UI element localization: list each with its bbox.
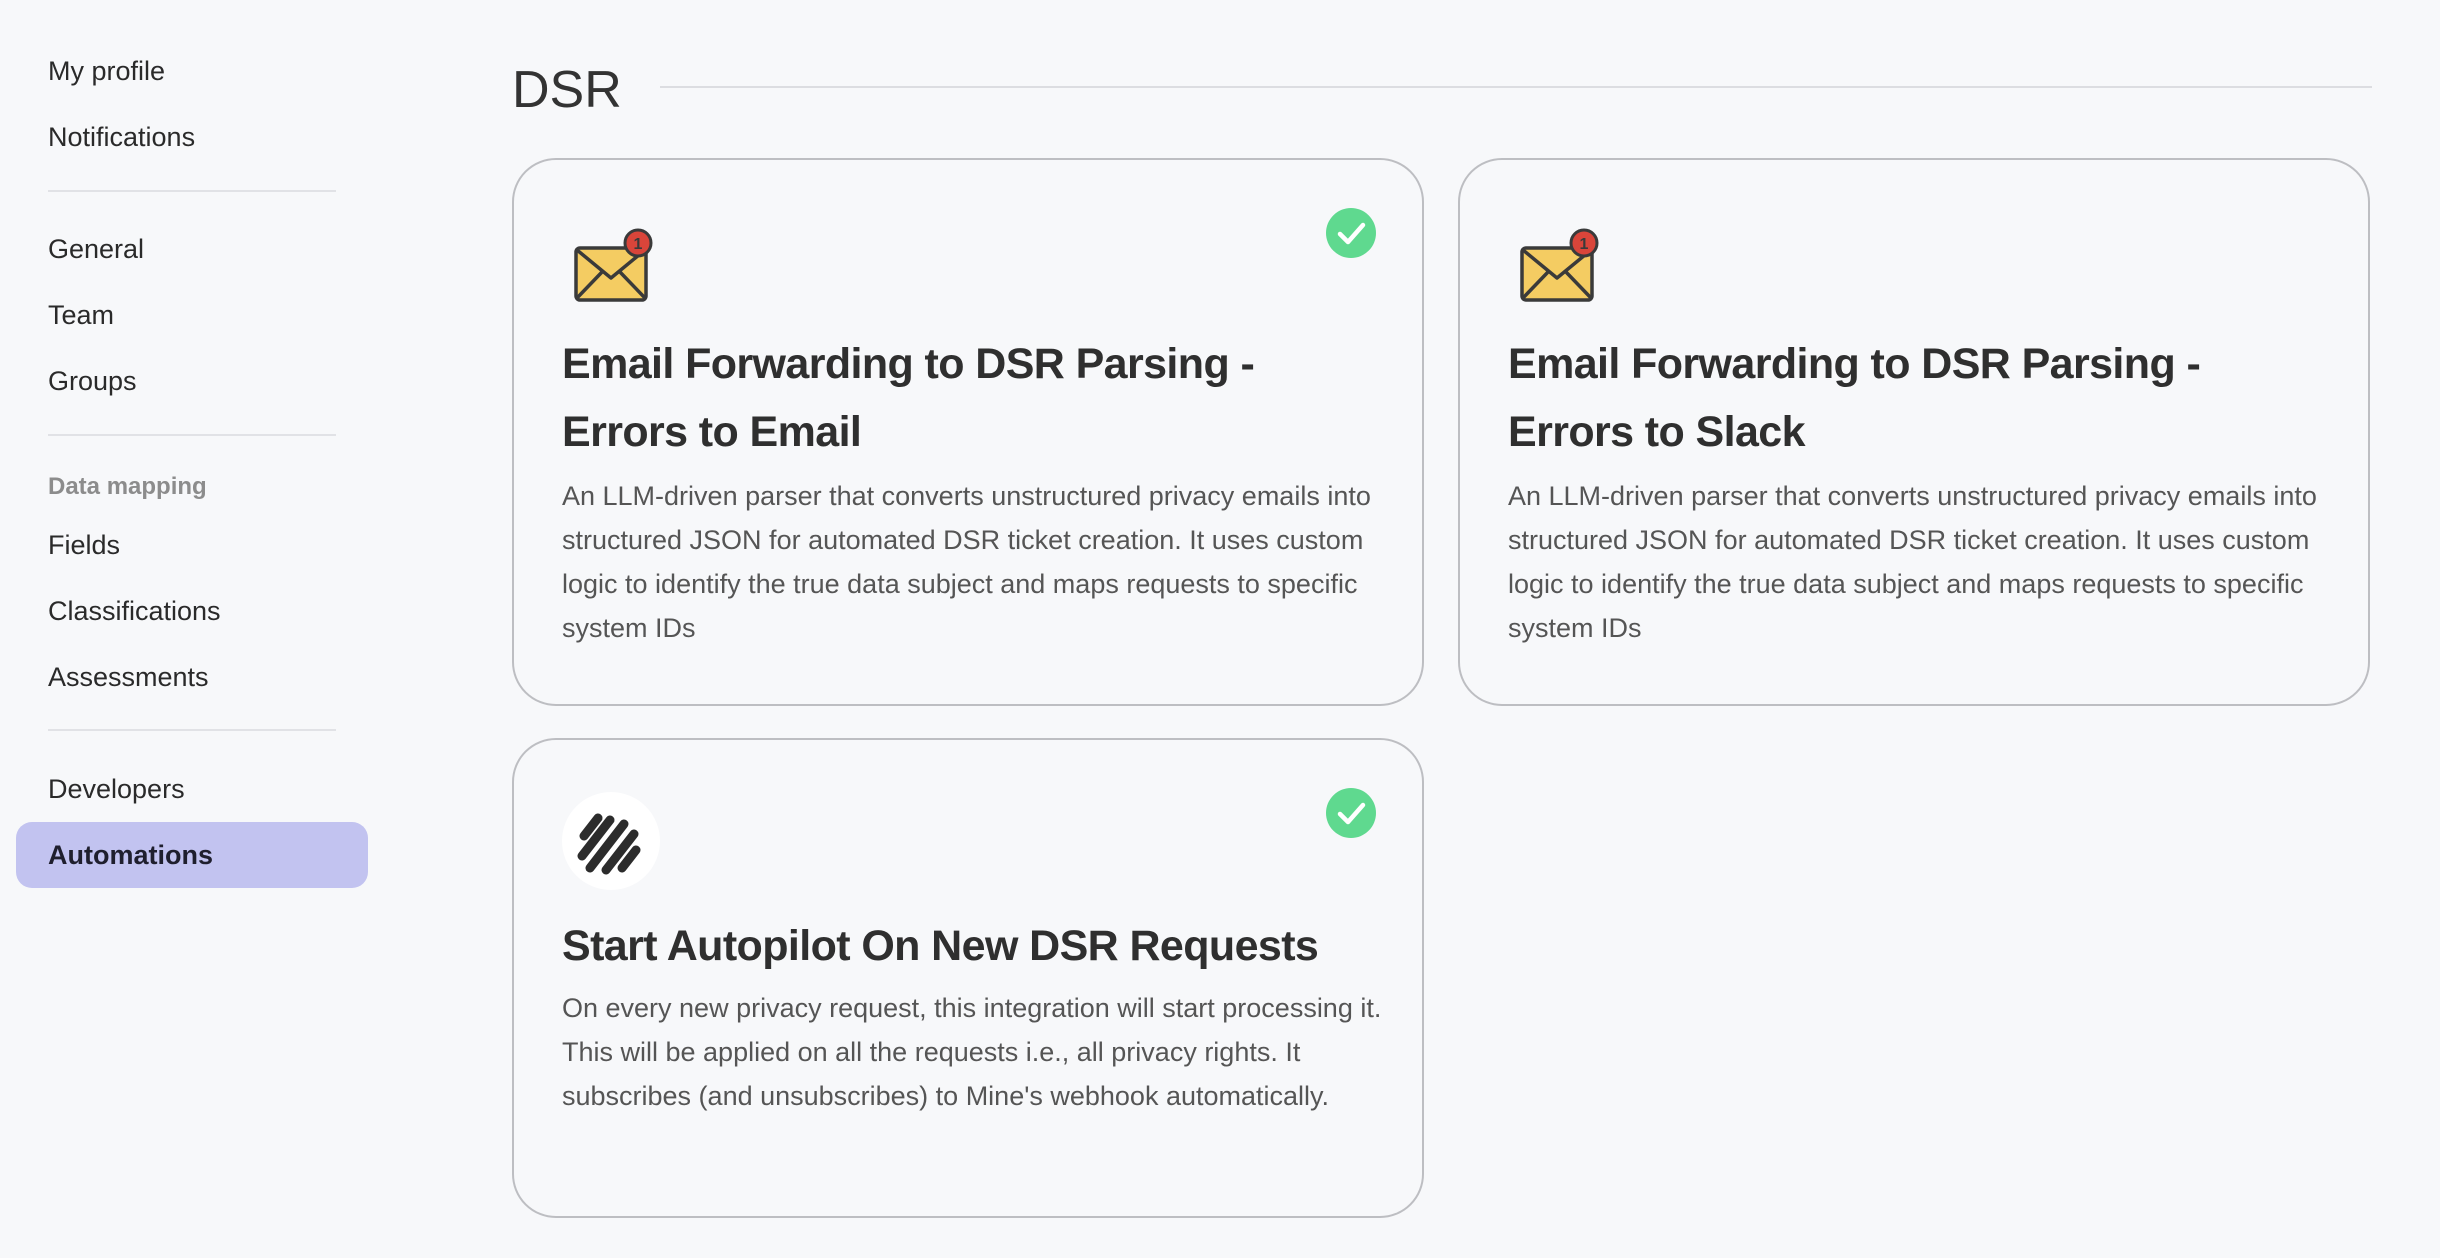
settings-page: My profile Notifications General Team Gr… xyxy=(0,0,2440,1258)
title-divider xyxy=(660,86,2372,88)
svg-text:1: 1 xyxy=(634,236,643,253)
card-description: An LLM-driven parser that converts unstr… xyxy=(1508,481,2317,643)
enabled-check-icon xyxy=(1326,208,1376,258)
sidebar-divider xyxy=(48,190,336,192)
sidebar-item-general[interactable]: General xyxy=(16,216,368,282)
sidebar-item-assessments[interactable]: Assessments xyxy=(16,644,368,710)
sidebar-item-fields[interactable]: Fields xyxy=(16,512,368,578)
automation-card-email-forwarding-errors-to-email[interactable]: 1 Email Forwarding to DSR Parsing - Erro… xyxy=(512,158,1424,706)
card-title: Email Forwarding to DSR Parsing - Errors… xyxy=(1508,340,2201,456)
sidebar-item-team[interactable]: Team xyxy=(16,282,368,348)
autopilot-logo-icon xyxy=(562,792,660,890)
sidebar-section-data-mapping: Data mapping xyxy=(48,473,207,500)
card-description: On every new privacy request, this integ… xyxy=(562,993,1382,1111)
sidebar-item-notifications[interactable]: Notifications xyxy=(16,104,368,170)
envelope-notification-icon: 1 xyxy=(570,228,654,312)
automation-card-email-forwarding-errors-to-slack[interactable]: 1 Email Forwarding to DSR Parsing - Erro… xyxy=(1458,158,2370,706)
sidebar-item-classifications[interactable]: Classifications xyxy=(16,578,368,644)
sidebar-item-developers[interactable]: Developers xyxy=(16,756,368,822)
card-description: An LLM-driven parser that converts unstr… xyxy=(562,481,1371,643)
automation-card-start-autopilot[interactable]: Start Autopilot On New DSR Requests On e… xyxy=(512,738,1424,1218)
enabled-check-icon xyxy=(1326,788,1376,838)
sidebar-divider xyxy=(48,729,336,731)
card-title: Start Autopilot On New DSR Requests xyxy=(562,922,1319,970)
sidebar-item-automations[interactable]: Automations xyxy=(16,822,368,888)
envelope-notification-icon: 1 xyxy=(1516,228,1600,312)
sidebar-divider xyxy=(48,434,336,436)
sidebar-item-groups[interactable]: Groups xyxy=(16,348,368,414)
sidebar-item-my-profile[interactable]: My profile xyxy=(16,38,368,104)
page-title: DSR xyxy=(512,61,622,119)
svg-text:1: 1 xyxy=(1580,236,1589,253)
card-title: Email Forwarding to DSR Parsing - Errors… xyxy=(562,340,1255,456)
settings-sidebar: My profile Notifications General Team Gr… xyxy=(0,0,380,1258)
